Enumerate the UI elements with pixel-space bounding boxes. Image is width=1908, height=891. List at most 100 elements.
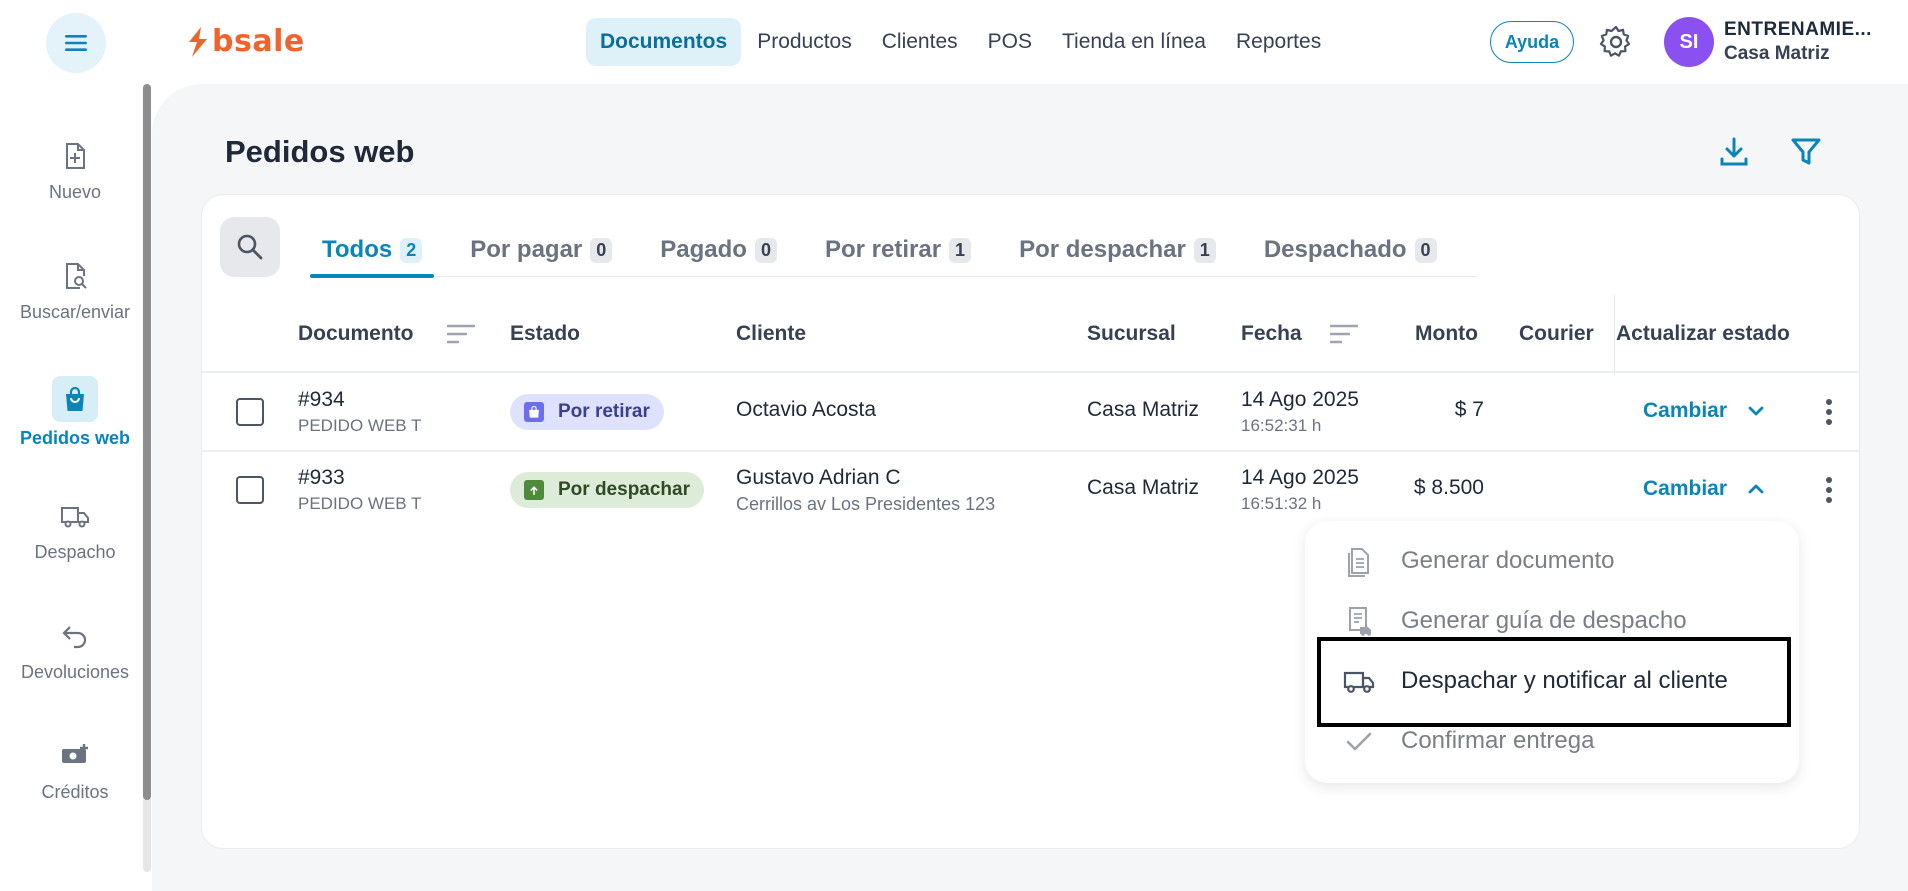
sidebar-item-label: Nuevo xyxy=(48,182,102,202)
tab-por-retirar[interactable]: Por retirar 1 xyxy=(813,224,983,276)
hamburger-icon xyxy=(65,35,87,51)
client-name: Gustavo Adrian C xyxy=(736,466,901,489)
tabs-divider xyxy=(310,276,1476,277)
column-header-fecha: Fecha xyxy=(1241,322,1302,345)
tab-count: 0 xyxy=(590,237,613,263)
sidebar-scrollbar-thumb[interactable] xyxy=(143,84,151,800)
branch-cell: Casa Matriz xyxy=(1087,398,1200,421)
filter-icon[interactable] xyxy=(1789,135,1823,169)
change-status-label: Cambiar xyxy=(1643,477,1728,500)
tab-count: 2 xyxy=(400,237,423,263)
sidebar-item-devoluciones[interactable]: Devoluciones xyxy=(0,616,150,683)
nav-reportes[interactable]: Reportes xyxy=(1222,18,1335,66)
tab-por-pagar[interactable]: Por pagar 0 xyxy=(458,224,624,276)
logo-text: bsale xyxy=(212,24,305,59)
tab-por-despachar[interactable]: Por despachar 1 xyxy=(1007,224,1228,276)
nav-productos[interactable]: Productos xyxy=(743,18,866,66)
user-branch: Casa Matriz xyxy=(1724,43,1830,64)
column-header-cliente: Cliente xyxy=(736,322,807,345)
tab-count: 0 xyxy=(1414,237,1437,263)
sidebar-item-pedidos-web[interactable]: Pedidos web xyxy=(0,376,150,449)
document-cell[interactable]: #934 PEDIDO WEB T xyxy=(298,388,421,436)
nav-documentos[interactable]: Documentos xyxy=(586,18,742,66)
sidebar-item-nuevo[interactable]: Nuevo xyxy=(0,136,150,203)
sort-icon[interactable] xyxy=(446,322,476,346)
help-button[interactable]: Ayuda xyxy=(1490,21,1574,63)
money-plus-icon xyxy=(55,736,95,776)
row-checkbox[interactable] xyxy=(236,476,264,504)
document-type: PEDIDO WEB T xyxy=(298,494,422,513)
column-header-monto: Monto xyxy=(1415,322,1478,345)
logo-mark-icon xyxy=(189,26,207,57)
tab-todos[interactable]: Todos 2 xyxy=(310,224,435,278)
document-cell[interactable]: #933 PEDIDO WEB T xyxy=(298,466,421,514)
tab-label: Pagado xyxy=(660,236,747,263)
status-tabs: Todos 2 Por pagar 0 Pagado 0 Por retirar… xyxy=(310,224,1473,278)
status-badge: Por despachar xyxy=(510,472,704,508)
menu-button[interactable] xyxy=(46,13,106,73)
change-status-label: Cambiar xyxy=(1643,399,1728,422)
column-header-documento: Documento xyxy=(298,322,414,345)
download-icon[interactable] xyxy=(1717,135,1751,169)
time-value: 16:51:32 h xyxy=(1241,494,1322,513)
status-label: Por retirar xyxy=(558,401,650,422)
change-status-button[interactable]: Cambiar xyxy=(1643,399,1767,423)
user-name: ENTRENAMIE... xyxy=(1724,19,1872,40)
client-name: Octavio Acosta xyxy=(736,398,877,421)
tab-label: Por pagar xyxy=(470,236,583,263)
document-number: #933 xyxy=(298,466,345,489)
return-arrow-icon xyxy=(55,616,95,656)
top-navigation: Documentos Productos Clientes POS Tienda… xyxy=(586,18,1337,66)
sidebar-item-label: Pedidos web xyxy=(19,428,131,448)
date-value: 14 Ago 2025 xyxy=(1241,388,1359,411)
header-divider xyxy=(202,371,1859,373)
more-options-icon[interactable] xyxy=(1825,398,1833,426)
column-header-sucursal: Sucursal xyxy=(1087,322,1176,345)
change-status-button[interactable]: Cambiar xyxy=(1643,477,1767,501)
document-number: #934 xyxy=(298,388,345,411)
file-search-icon xyxy=(55,256,95,296)
sidebar-item-despacho[interactable]: Despacho xyxy=(0,496,150,563)
tab-despachado[interactable]: Despachado 0 xyxy=(1252,224,1449,276)
nav-pos[interactable]: POS xyxy=(974,18,1046,66)
file-plus-icon xyxy=(55,136,95,176)
tab-pagado[interactable]: Pagado 0 xyxy=(648,224,789,276)
nav-clientes[interactable]: Clientes xyxy=(868,18,972,66)
client-address: Cerrillos av Los Presidentes 123 xyxy=(736,494,996,514)
status-label: Por despachar xyxy=(558,479,690,500)
search-button[interactable] xyxy=(220,217,280,277)
page-title: Pedidos web xyxy=(225,134,415,169)
client-cell: Gustavo Adrian C Cerrillos av Los Presid… xyxy=(736,466,995,515)
sidebar-item-creditos[interactable]: Créditos xyxy=(0,736,150,803)
chevron-down-icon xyxy=(1748,406,1764,416)
more-options-icon[interactable] xyxy=(1825,476,1833,504)
tab-label: Despachado xyxy=(1263,236,1407,263)
gear-icon[interactable] xyxy=(1598,24,1634,60)
column-divider xyxy=(1614,295,1615,375)
sidebar-item-buscar[interactable]: Buscar/enviar xyxy=(0,256,150,323)
search-icon xyxy=(237,234,263,260)
status-pill: Por retirar xyxy=(510,394,664,430)
tab-count: 1 xyxy=(1193,237,1216,263)
branch-cell: Casa Matriz xyxy=(1087,476,1200,499)
menu-item-generar-documento[interactable]: Generar documento xyxy=(1305,531,1799,591)
status-badge: Por retirar xyxy=(510,394,664,430)
menu-item-label: Confirmar entrega xyxy=(1401,727,1595,754)
nav-tienda-en-linea[interactable]: Tienda en línea xyxy=(1048,18,1220,66)
user-info[interactable]: ENTRENAMIE... Casa Matriz xyxy=(1724,18,1872,66)
box-up-icon xyxy=(524,480,544,500)
date-value: 14 Ago 2025 xyxy=(1241,466,1359,489)
document-icon xyxy=(1348,548,1369,577)
row-checkbox[interactable] xyxy=(236,398,264,426)
chevron-up-icon xyxy=(1748,484,1764,494)
tab-label: Todos xyxy=(322,236,393,263)
bsale-logo[interactable]: bsale xyxy=(184,24,305,59)
truck-icon xyxy=(55,496,95,536)
table-row xyxy=(236,476,264,504)
sidebar-item-label: Créditos xyxy=(41,782,109,802)
sort-icon[interactable] xyxy=(1329,322,1359,346)
document-type: PEDIDO WEB T xyxy=(298,416,422,435)
bag-icon xyxy=(524,402,544,422)
avatar[interactable]: SI xyxy=(1664,17,1714,67)
date-cell: 14 Ago 2025 16:51:32 h xyxy=(1241,466,1359,514)
